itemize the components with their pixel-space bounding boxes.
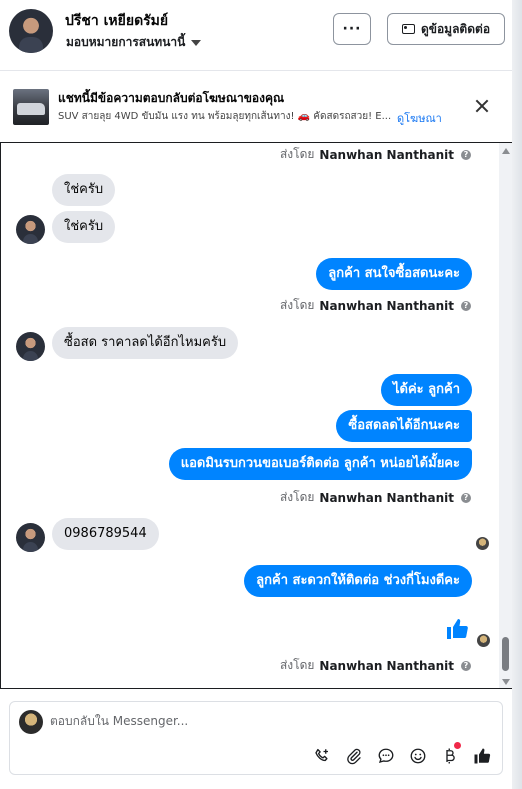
chat-bubble-icon bbox=[378, 748, 394, 763]
sent-by-label: ส่งโดย Nanwhan Nanthanit ? bbox=[280, 145, 471, 164]
ad-banner-title: แชทนี้มีข้อความตอบกลับต่อโฆษณาของคุณ bbox=[58, 91, 285, 105]
ad-reply-banner: แชทนี้มีข้อความตอบกลับต่อโฆษณาของคุณ SUV… bbox=[0, 78, 512, 134]
thumbs-up-icon bbox=[474, 748, 491, 764]
caret-down-icon bbox=[191, 39, 202, 46]
reply-input[interactable] bbox=[50, 714, 450, 728]
contact-name[interactable]: ปรีชา เหยียดรัมย์ bbox=[65, 10, 168, 32]
view-contact-info-label: ดูข้อมูลติดต่อ bbox=[420, 21, 491, 36]
sent-by-label: ส่งโดย Nanwhan Nanthanit ? bbox=[280, 296, 471, 315]
phone-plus-icon bbox=[315, 748, 328, 762]
message-bubble-incoming[interactable]: ซื้อสด ราคาลดได้อีกไหมครับ bbox=[52, 327, 239, 359]
sent-by-label: ส่งโดย Nanwhan Nanthanit ? bbox=[280, 656, 471, 675]
message-bubble-outgoing[interactable]: ลูกค้า สะดวกให้ติดต่อ ช่วงกี่โมงดีคะ bbox=[244, 565, 472, 597]
message-bubble-outgoing[interactable]: ลูกค้า สนใจซื้อสดนะคะ bbox=[316, 258, 472, 290]
baht-icon bbox=[446, 748, 455, 764]
ad-description: SUV สายลุย 4WD ขับมัน แรง ทน พร้อมลุยทุก… bbox=[58, 111, 392, 122]
ad-thumbnail[interactable] bbox=[13, 89, 49, 125]
saved-replies-button[interactable] bbox=[376, 746, 396, 766]
message-bubble-incoming[interactable]: 0986789544 bbox=[52, 518, 159, 550]
info-icon[interactable]: ? bbox=[461, 660, 471, 671]
view-contact-info-button[interactable]: ดูข้อมูลติดต่อ bbox=[387, 13, 505, 45]
info-icon[interactable]: ? bbox=[461, 492, 471, 503]
customer-avatar bbox=[16, 332, 45, 361]
page-avatar bbox=[19, 710, 43, 734]
window-edge bbox=[512, 0, 522, 789]
info-icon[interactable]: ? bbox=[461, 149, 471, 160]
customer-avatar bbox=[16, 523, 45, 552]
message-thread[interactable]: ส่งโดย Nanwhan Nanthanit ? ใช่ครับ ใช่ครั… bbox=[0, 142, 513, 689]
close-icon[interactable] bbox=[474, 98, 490, 114]
more-options-button[interactable]: ··· bbox=[333, 13, 371, 45]
message-bubble-outgoing[interactable]: แอดมินรบกวนขอเบอร์ติดต่อ ลูกค้า หน่อยได้… bbox=[168, 448, 472, 480]
read-receipt-avatar bbox=[476, 537, 489, 550]
conversation-header: ปรีชา เหยียดรัมย์ มอบหมายการสนทนานี้ ···… bbox=[0, 0, 512, 70]
scroll-down-arrow[interactable] bbox=[502, 679, 510, 685]
notification-dot bbox=[454, 742, 461, 749]
message-bubble-incoming[interactable]: ใช่ครับ bbox=[52, 174, 116, 206]
send-like-button[interactable] bbox=[472, 746, 492, 766]
thread-scrollbar[interactable] bbox=[499, 143, 512, 688]
seen-by-avatar bbox=[477, 634, 490, 647]
reply-composer bbox=[9, 701, 503, 775]
header-divider bbox=[0, 70, 512, 71]
message-bubble-outgoing[interactable]: ซื้อสดลดได้อีกนะคะ bbox=[336, 410, 472, 442]
payment-button[interactable] bbox=[440, 742, 461, 766]
assign-conversation-label: มอบหมายการสนทนานี้ bbox=[66, 35, 186, 49]
id-card-icon bbox=[401, 24, 415, 34]
scroll-thumb[interactable] bbox=[502, 637, 509, 671]
contact-avatar[interactable] bbox=[9, 9, 53, 53]
thumbs-up-icon[interactable] bbox=[445, 617, 469, 641]
call-button[interactable] bbox=[312, 746, 332, 766]
emoji-button[interactable] bbox=[408, 746, 428, 766]
customer-avatar bbox=[16, 215, 45, 244]
message-bubble-outgoing[interactable]: ได้ค่ะ ลูกค้า bbox=[380, 374, 472, 406]
info-icon[interactable]: ? bbox=[461, 300, 471, 311]
sent-by-label: ส่งโดย Nanwhan Nanthanit ? bbox=[280, 488, 471, 507]
scroll-up-arrow[interactable] bbox=[502, 148, 510, 154]
attach-button[interactable] bbox=[344, 746, 364, 766]
assign-conversation-dropdown[interactable]: มอบหมายการสนทนานี้ bbox=[66, 33, 202, 52]
paperclip-icon bbox=[347, 748, 361, 765]
message-bubble-incoming[interactable]: ใช่ครับ bbox=[52, 211, 116, 243]
more-icon: ··· bbox=[342, 21, 362, 37]
view-ad-link[interactable]: ดูโฆษณา bbox=[397, 109, 442, 127]
smiley-icon bbox=[410, 748, 426, 764]
